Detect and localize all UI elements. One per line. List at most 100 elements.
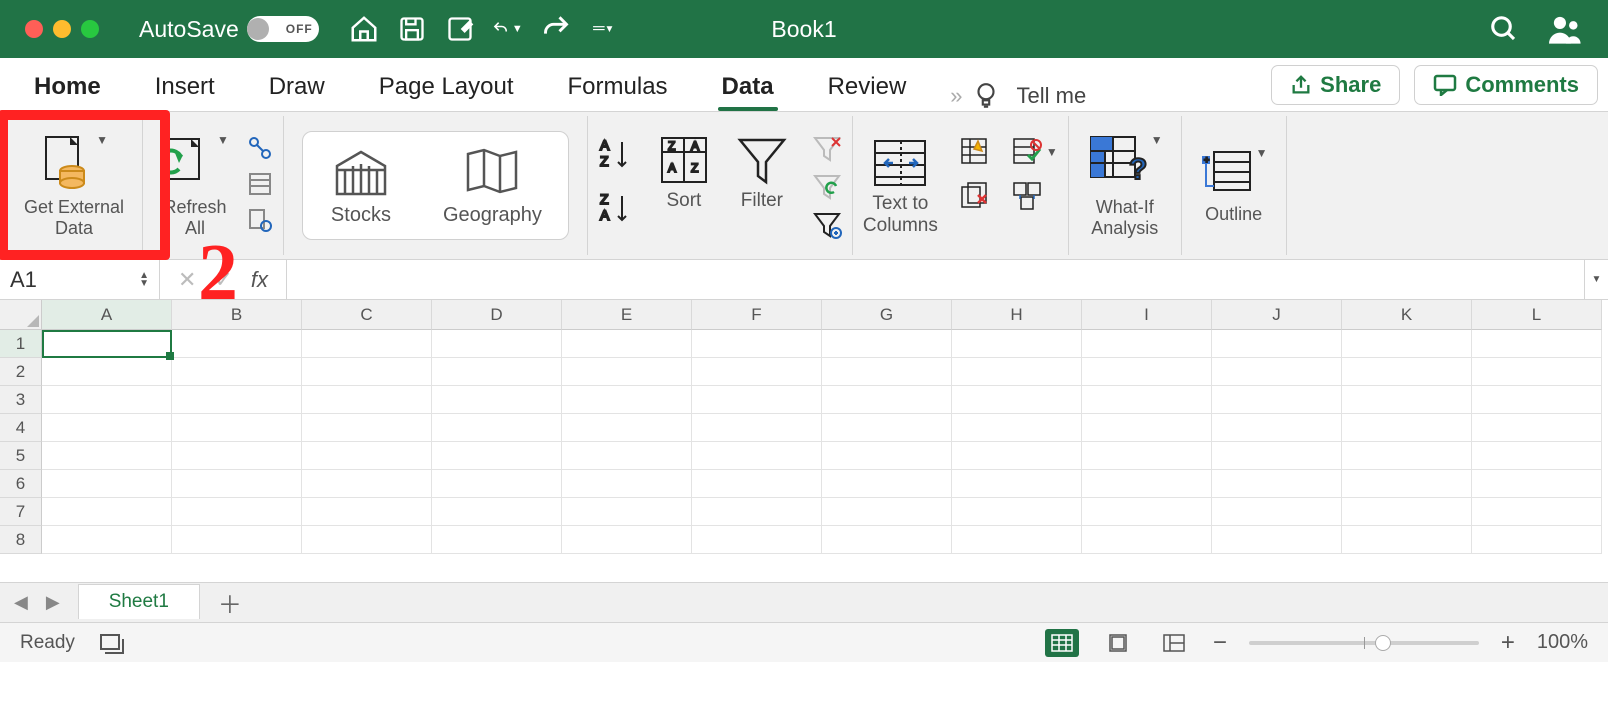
geography-data-type-button[interactable]: Geography [443,144,542,227]
outline-button[interactable]: + ▼ Outline [1192,142,1276,229]
cell[interactable] [1472,470,1602,498]
formula-input[interactable] [286,260,1584,299]
share-button[interactable]: Share [1271,65,1400,105]
column-header[interactable]: L [1472,300,1602,330]
cell[interactable] [432,526,562,554]
select-all-corner[interactable] [0,300,42,330]
data-validation-button[interactable]: ▼ [1012,137,1058,167]
cell[interactable] [432,330,562,358]
account-icon[interactable] [1549,14,1583,44]
save-icon[interactable] [397,14,427,44]
row-header[interactable]: 1 [0,330,42,358]
filter-button[interactable]: Filter [734,132,790,212]
row-header[interactable]: 2 [0,358,42,386]
cell[interactable] [302,442,432,470]
cell[interactable] [432,358,562,386]
tab-insert[interactable]: Insert [141,65,229,111]
sheet-nav-next-icon[interactable]: ▶ [46,592,60,613]
column-header[interactable]: C [302,300,432,330]
cell[interactable] [172,442,302,470]
cell[interactable] [562,330,692,358]
cell[interactable] [562,526,692,554]
cell[interactable] [952,358,1082,386]
cell[interactable] [562,358,692,386]
column-header[interactable]: E [562,300,692,330]
cell[interactable] [692,470,822,498]
cell[interactable] [1082,498,1212,526]
cell[interactable] [692,498,822,526]
zoom-level[interactable]: 100% [1537,631,1588,654]
cell[interactable] [302,526,432,554]
properties-icon[interactable] [247,171,273,197]
cancel-formula-icon[interactable]: ✕ [178,267,196,293]
remove-duplicates-button[interactable] [960,181,990,211]
cell[interactable] [302,358,432,386]
cell[interactable] [42,498,172,526]
worksheet-grid[interactable]: A B C D E F G H I J K L 1 2 3 4 5 6 7 8 [0,300,1608,582]
row-header[interactable]: 8 [0,526,42,554]
cell[interactable] [302,330,432,358]
sheet-nav-prev-icon[interactable]: ◀ [14,592,28,613]
get-external-data-button[interactable]: ▼ Get External Data [16,129,132,242]
cell[interactable] [172,330,302,358]
cell[interactable] [42,386,172,414]
cell[interactable] [1212,386,1342,414]
save-edit-icon[interactable] [445,14,475,44]
cell[interactable] [1212,330,1342,358]
cell[interactable] [952,330,1082,358]
column-header[interactable]: J [1212,300,1342,330]
flash-fill-button[interactable] [960,137,990,167]
cell[interactable] [172,386,302,414]
column-header[interactable]: K [1342,300,1472,330]
cell[interactable] [952,414,1082,442]
cell[interactable] [1342,442,1472,470]
cell[interactable] [42,358,172,386]
sheet-tab[interactable]: Sheet1 [78,584,200,619]
cell[interactable] [1342,498,1472,526]
cell[interactable] [1472,526,1602,554]
tab-review[interactable]: Review [814,65,921,111]
cell[interactable] [562,470,692,498]
row-header[interactable]: 5 [0,442,42,470]
clear-filter-button[interactable] [812,134,842,164]
column-header[interactable]: G [822,300,952,330]
sort-az-button[interactable]: AZ [598,136,634,172]
cell[interactable] [692,442,822,470]
fx-icon[interactable]: fx [251,267,268,293]
cell[interactable] [1212,498,1342,526]
cell[interactable] [1342,526,1472,554]
add-sheet-button[interactable]: ＋ [218,585,242,620]
cell[interactable] [432,470,562,498]
cell[interactable] [822,330,952,358]
cell[interactable] [1082,358,1212,386]
row-header[interactable]: 4 [0,414,42,442]
cell[interactable] [42,526,172,554]
column-header[interactable]: D [432,300,562,330]
tab-page-layout[interactable]: Page Layout [365,65,528,111]
cell[interactable] [1212,526,1342,554]
cell[interactable] [172,414,302,442]
cell[interactable] [952,386,1082,414]
tell-me-search[interactable]: Tell me [1017,83,1087,109]
cell[interactable] [432,498,562,526]
cell[interactable] [562,386,692,414]
cell[interactable] [822,414,952,442]
cell[interactable] [1082,442,1212,470]
cell[interactable] [172,498,302,526]
row-header[interactable]: 7 [0,498,42,526]
view-normal-button[interactable] [1045,629,1079,657]
tabs-overflow-icon[interactable]: » [950,83,962,109]
maximize-window-button[interactable] [81,20,99,38]
cell[interactable] [692,330,822,358]
close-window-button[interactable] [25,20,43,38]
text-to-columns-button[interactable]: Text to Columns [863,135,938,237]
cell[interactable] [172,358,302,386]
cell[interactable] [952,498,1082,526]
cell[interactable] [822,498,952,526]
cell[interactable] [172,470,302,498]
cell[interactable] [42,414,172,442]
autosave-toggle[interactable]: AutoSave OFF [139,16,319,43]
cell[interactable] [692,414,822,442]
column-header[interactable]: I [1082,300,1212,330]
cell[interactable] [1342,414,1472,442]
